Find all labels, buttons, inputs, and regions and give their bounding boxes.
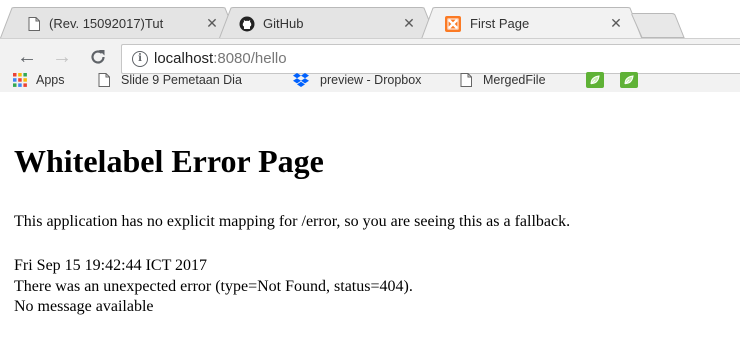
tab-title: First Page [470,16,530,31]
bookmark-leaf-2[interactable] [620,71,638,89]
apps-grid-icon [12,72,28,88]
tab-github[interactable]: GitHub ✕ [219,7,437,38]
page-icon [26,16,42,32]
tab-close-icon[interactable]: ✕ [609,15,623,32]
bookmark-label: preview - Dropbox [320,73,422,87]
dropbox-icon [292,72,309,88]
leaf-icon [586,72,604,88]
tab-close-icon[interactable]: ✕ [402,15,416,32]
leaf-icon [620,72,638,88]
intro-text: This application has no explicit mapping… [14,213,571,230]
bookmark-label: Apps [36,73,65,87]
bookmark-label: Slide 9 Pemetaan Dia [121,73,242,87]
timestamp-text: Fri Sep 15 19:42:44 ICT 2017 [14,257,208,274]
page-icon [96,72,112,88]
tab-rev-tutorial[interactable]: (Rev. 15092017)Tut ✕ [0,7,238,38]
forward-arrow-icon[interactable]: → [50,45,74,69]
url-text[interactable]: localhost:8080/hello [154,50,287,67]
tab-close-icon[interactable]: ✕ [205,15,219,32]
url-path: :8080/hello [213,50,287,67]
reload-icon[interactable] [86,45,110,69]
browser-window: (Rev. 15092017)Tut ✕ GitHub ✕ First Page… [0,0,740,346]
tab-first-page[interactable]: First Page ✕ [421,7,643,39]
message-text: No message available [14,298,154,315]
github-icon [239,16,255,32]
error-text: There was an unexpected error (type=Not … [14,278,413,295]
tab-title: GitHub [263,16,304,31]
browser-toolbar: ← → i localhost:8080/hello Apps Slide 9 … [0,38,740,93]
bookmark-label: MergedFile [483,73,546,87]
xampp-icon [445,16,461,32]
page-content: Whitelabel Error Page This application h… [0,92,740,346]
back-arrow-icon[interactable]: ← [15,45,39,69]
page-icon [458,72,474,88]
page-title: Whitelabel Error Page [14,143,324,179]
tab-title: (Rev. 15092017)Tut [49,16,164,31]
tab-strip: (Rev. 15092017)Tut ✕ GitHub ✕ First Page… [0,0,740,39]
new-tab-shape [631,13,685,38]
bookmark-slide-9[interactable]: Slide 9 Pemetaan Dia [96,71,268,89]
bookmark-leaf-1[interactable] [586,71,604,89]
bookmarks-bar: Apps Slide 9 Pemetaan Dia preview - Drop… [0,69,740,91]
info-icon[interactable]: i [132,51,148,67]
url-host: localhost [154,50,214,67]
new-tab-button[interactable] [630,7,686,38]
